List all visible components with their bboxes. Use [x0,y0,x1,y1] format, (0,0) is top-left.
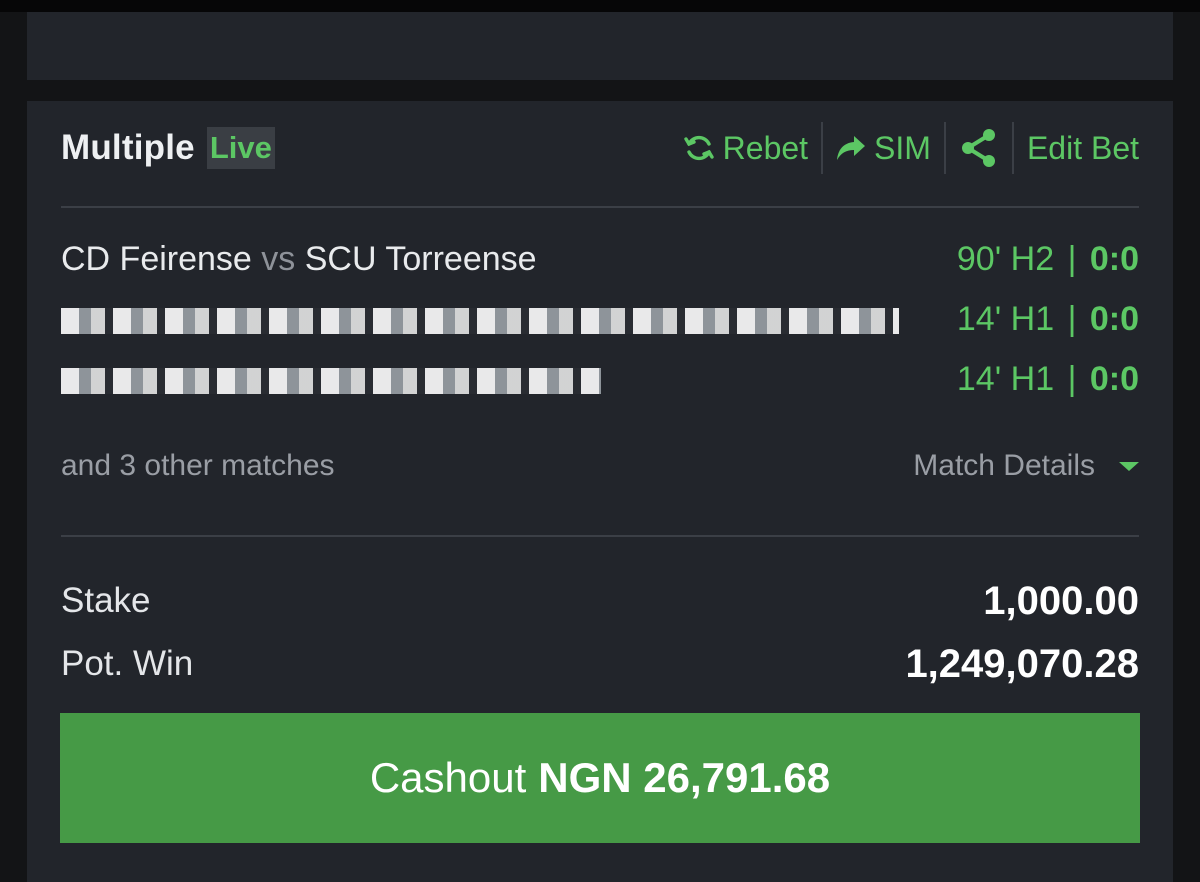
share-nodes-icon [959,127,999,169]
bet-card-header: Multiple Live Rebet SIM Edit Bet [61,122,1139,174]
match-row: CD Feirense vs SCU Torreense 90' H2 | 0:… [61,234,1139,284]
refresh-icon [683,132,715,164]
status-separator: | [1067,239,1077,278]
other-matches-row: and 3 other matches Match Details [61,446,1139,486]
share-button[interactable] [946,122,1012,174]
share-arrow-icon [836,134,866,162]
pot-win-value: 1,249,070.28 [905,641,1139,686]
live-badge: Live [206,127,275,169]
header-divider [61,206,1139,208]
match-teams: CD Feirense vs SCU Torreense [61,240,537,279]
match-time: 90' H2 [956,239,1055,278]
rebet-button[interactable]: Rebet [670,122,821,174]
match-status: 90' H2 | 0:0 [957,240,1139,279]
match-score: 0:0 [1089,359,1139,398]
match-row: 14' H1 | 0:0 [61,294,1139,344]
status-separator: | [1067,359,1077,398]
match-row: 14' H1 | 0:0 [61,354,1139,404]
match-time: 14' H1 [956,359,1055,398]
match-score: 0:0 [1089,299,1139,338]
edit-bet-label: Edit Bet [1026,129,1139,166]
bet-type-title: Multiple [61,128,195,167]
match-teams-redacted [61,360,601,399]
cashout-amount: NGN 26,791.68 [538,754,831,801]
stake-row: Stake 1,000.00 [61,576,1139,626]
top-strip [0,0,1200,12]
pot-win-row: Pot. Win 1,249,070.28 [61,639,1139,689]
sim-label: SIM [874,129,931,166]
stake-value: 1,000.00 [983,578,1139,623]
match-details-toggle[interactable]: Match Details [913,449,1139,483]
cashout-button[interactable]: Cashout NGN 26,791.68 [60,713,1140,843]
edit-bet-button[interactable]: Edit Bet [1014,122,1139,174]
redacted-text [61,367,601,394]
bet-card: Multiple Live Rebet SIM Edit Bet CD Feir… [27,101,1173,882]
match-score: 0:0 [1089,239,1139,278]
previous-bet-card [27,12,1173,80]
match-status: 14' H1 | 0:0 [957,360,1139,399]
caret-down-icon [1119,461,1139,471]
rebet-label: Rebet [722,129,809,166]
match-details-label: Match Details [913,449,1095,482]
cashout-label: Cashout [369,754,527,801]
away-team: SCU Torreense [304,239,537,278]
match-status: 14' H1 | 0:0 [957,300,1139,339]
stake-label: Stake [61,581,151,620]
vs-label: vs [261,239,296,278]
status-separator: | [1067,299,1077,338]
home-team: CD Feirense [61,239,252,278]
redacted-text [61,307,899,334]
pot-win-label: Pot. Win [61,644,194,683]
bet-title-group: Multiple Live [61,127,275,169]
sim-button[interactable]: SIM [823,122,944,174]
bet-actions: Rebet SIM Edit Bet [670,122,1139,174]
match-time: 14' H1 [956,299,1055,338]
match-teams-redacted [61,300,899,339]
other-matches-label: and 3 other matches [61,449,335,482]
summary-divider [61,535,1139,537]
